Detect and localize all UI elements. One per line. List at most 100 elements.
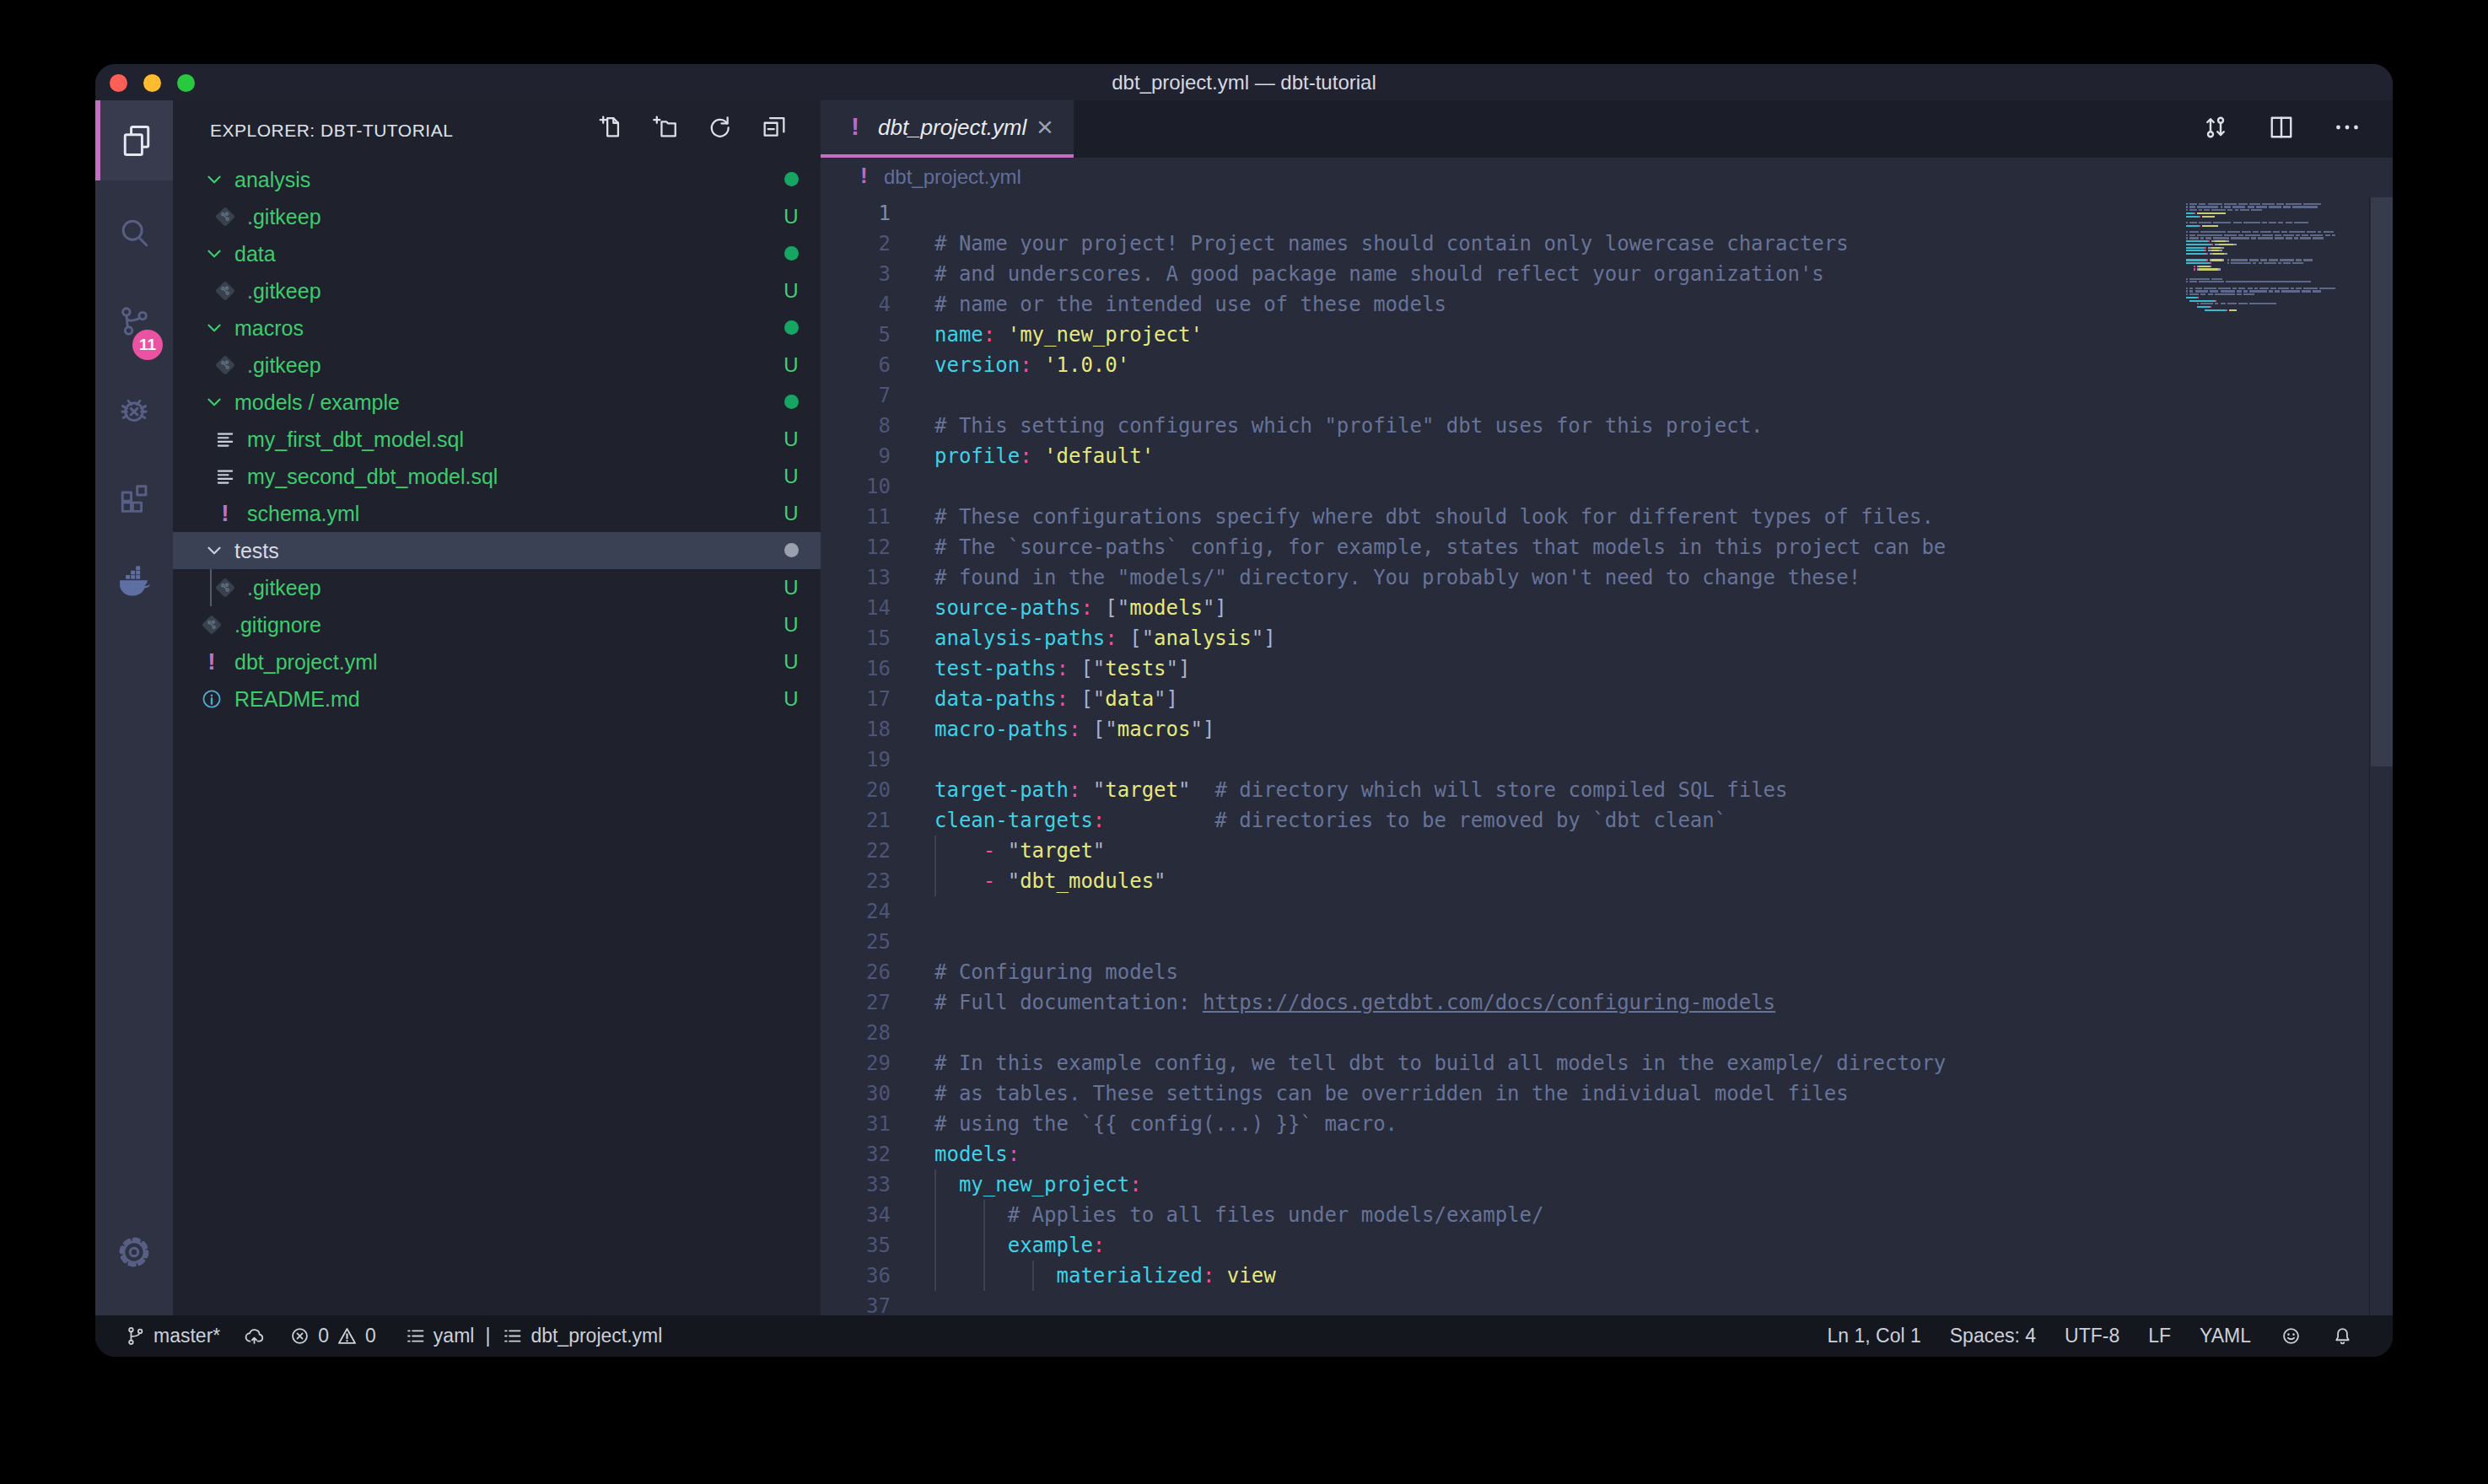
chevron-down-icon (203, 391, 225, 413)
split-editor-button[interactable] (2266, 112, 2297, 146)
code-line-13: 13# found in the "models/" directory. Yo… (821, 562, 2370, 593)
yaml-warning-icon: ! (851, 112, 859, 141)
activity-explorer[interactable] (95, 100, 173, 180)
breadcrumb[interactable]: ! dbt_project.yml (821, 158, 2393, 197)
close-tab-icon[interactable]: × (1037, 100, 1053, 153)
tree-item-analysis[interactable]: analysis (173, 161, 821, 198)
activity-settings[interactable] (95, 1212, 173, 1292)
sql-file-icon (213, 427, 237, 451)
tree-item--gitkeep[interactable]: .gitkeepU (173, 569, 821, 606)
chevron-down-icon (203, 243, 225, 265)
git-status-untracked: U (766, 205, 816, 229)
explorer-header: EXPLORER: DBT-TUTORIAL (210, 100, 453, 161)
code-line-34: 34 # Applies to all files under models/e… (821, 1200, 2370, 1230)
git-status-untracked: U (766, 427, 816, 451)
refresh-explorer-button[interactable] (705, 112, 734, 144)
activity-debug[interactable] (95, 369, 173, 449)
editor-scrollbar[interactable] (2369, 197, 2393, 1315)
zoom-window-button[interactable] (177, 74, 195, 92)
tree-item-readme-md[interactable]: README.mdU (173, 680, 821, 718)
git-file-icon (213, 279, 237, 303)
scrollbar-thumb[interactable] (2371, 197, 2393, 766)
code-line-19: 19 (821, 745, 2370, 775)
tree-item-dbt-project-yml[interactable]: !dbt_project.ymlU (173, 643, 821, 680)
code-line-23: 23 - "dbt_modules" (821, 866, 2370, 896)
line-number: 22 (821, 836, 891, 866)
more-actions-button[interactable] (2332, 112, 2362, 146)
close-window-button[interactable] (110, 74, 127, 92)
activity-extensions[interactable] (95, 458, 173, 538)
window-title: dbt_project.yml — dbt-tutorial (1112, 64, 1376, 100)
breadcrumb-file: dbt_project.yml (884, 158, 1021, 196)
git-branch-indicator[interactable]: master* (124, 1325, 220, 1347)
code-line-16: 16test-paths: ["tests"] (821, 653, 2370, 684)
active-file-indicator[interactable]: dbt_project.yml (501, 1325, 662, 1347)
settings-icon (116, 1234, 153, 1271)
sync-button[interactable] (243, 1325, 266, 1347)
tree-item--gitignore[interactable]: .gitignoreU (173, 606, 821, 643)
more-actions-icon (2332, 112, 2362, 142)
eol-indicator[interactable]: LF (2148, 1325, 2171, 1347)
tree-item-tests[interactable]: tests (173, 532, 821, 569)
docker-icon (116, 562, 153, 600)
line-number: 9 (821, 441, 891, 471)
tree-item-schema-yml[interactable]: !schema.ymlU (173, 495, 821, 532)
collapse-folders-button[interactable] (760, 112, 789, 144)
minimize-window-button[interactable] (143, 74, 161, 92)
tree-indent-guide (210, 569, 212, 606)
status-separator: | (485, 1325, 490, 1347)
tree-item-data[interactable]: data (173, 235, 821, 272)
line-number: 36 (821, 1261, 891, 1291)
notifications-icon[interactable] (2331, 1325, 2354, 1347)
code-line-15: 15analysis-paths: ["analysis"] (821, 623, 2370, 653)
readme-file-icon (200, 687, 223, 711)
yaml-file-icon: ! (200, 650, 223, 674)
minimap[interactable] (2186, 200, 2370, 315)
encoding-indicator[interactable]: UTF-8 (2065, 1325, 2119, 1347)
cursor-position[interactable]: Ln 1, Col 1 (1828, 1325, 1921, 1347)
git-status-untracked: U (766, 613, 816, 637)
tree-item-models-example[interactable]: models / example (173, 384, 821, 421)
tree-item-my-first-dbt-model-sql[interactable]: my_first_dbt_model.sqlU (173, 421, 821, 458)
code-line-2: 2# Name your project! Project names shou… (821, 229, 2370, 259)
tree-item--gitkeep[interactable]: .gitkeepU (173, 347, 821, 384)
git-file-icon (200, 613, 223, 637)
git-status-dot (766, 242, 816, 266)
chevron-down-icon (203, 391, 225, 413)
feedback-icon[interactable] (2280, 1325, 2302, 1347)
tree-item-macros[interactable]: macros (173, 309, 821, 347)
activity-search[interactable] (95, 192, 173, 272)
indentation-indicator[interactable]: Spaces: 4 (1950, 1325, 2036, 1347)
code-line-10: 10 (821, 471, 2370, 502)
tree-item--gitkeep[interactable]: .gitkeepU (173, 272, 821, 309)
code-line-14: 14source-paths: ["models"] (821, 593, 2370, 623)
git-status-untracked: U (766, 650, 816, 674)
new-file-button[interactable] (595, 112, 624, 144)
line-number: 30 (821, 1078, 891, 1109)
code-line-7: 7 (821, 380, 2370, 411)
code-line-29: 29# In this example config, we tell dbt … (821, 1048, 2370, 1078)
new-folder-button[interactable] (650, 112, 679, 144)
line-number: 3 (821, 259, 891, 289)
tree-item-my-second-dbt-model-sql[interactable]: my_second_dbt_model.sqlU (173, 458, 821, 495)
git-status-dot (766, 168, 816, 191)
tab-dbt-project-yml[interactable]: ! dbt_project.yml × (821, 100, 1074, 158)
new-folder-icon (650, 112, 679, 141)
problems-indicator[interactable]: 00 (288, 1325, 376, 1347)
explorer-sidebar: EXPLORER: DBT-TUTORIAL analysis.gitkeepU… (173, 100, 821, 1315)
line-number: 1 (821, 198, 891, 229)
open-changes-button[interactable] (2200, 112, 2231, 146)
activity-docker[interactable] (95, 540, 173, 621)
git-status-dot (766, 539, 816, 562)
code-editor[interactable]: 12# Name your project! Project names sho… (821, 197, 2370, 1315)
new-file-icon (595, 112, 624, 141)
code-line-36: 36 materialized: view (821, 1261, 2370, 1291)
code-line-21: 21clean-targets: # directories to be rem… (821, 805, 2370, 836)
code-line-35: 35 example: (821, 1230, 2370, 1261)
git-file-icon (213, 279, 237, 303)
git-file-icon (213, 576, 237, 600)
yaml-mode-indicator[interactable]: yaml (404, 1325, 475, 1347)
tree-item--gitkeep[interactable]: .gitkeepU (173, 198, 821, 235)
chevron-down-icon (203, 169, 225, 191)
language-indicator[interactable]: YAML (2200, 1325, 2251, 1347)
